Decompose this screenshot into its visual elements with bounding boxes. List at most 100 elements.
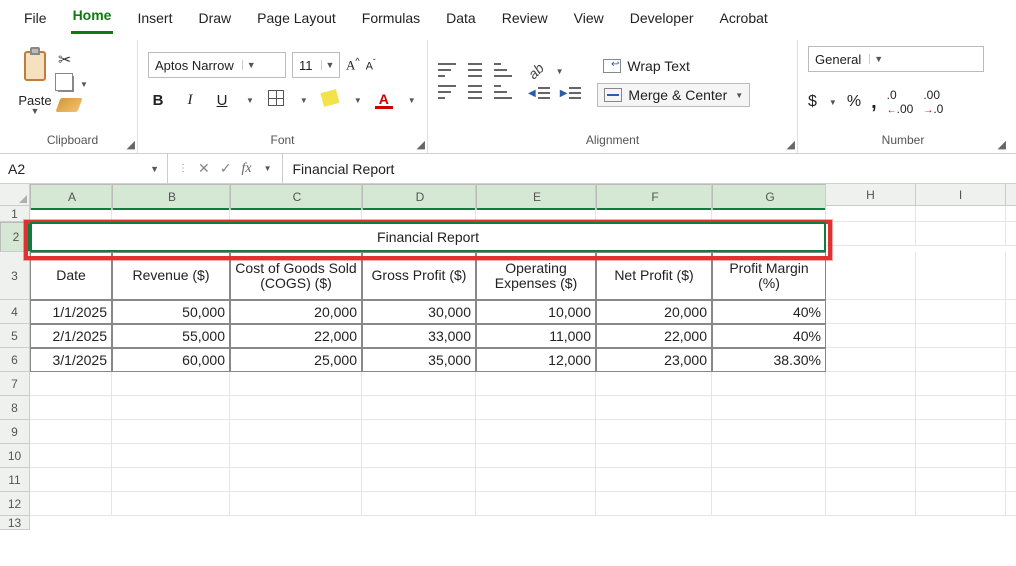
- row-header[interactable]: 8: [0, 396, 30, 420]
- column-header[interactable]: I: [916, 184, 1006, 206]
- row-header[interactable]: 1: [0, 206, 30, 222]
- paste-dropdown-icon[interactable]: ▼: [31, 106, 40, 116]
- table-cell[interactable]: 2/1/2025: [30, 324, 112, 348]
- cell[interactable]: [476, 420, 596, 444]
- copy-icon[interactable]: [58, 76, 74, 92]
- comma-format-button[interactable]: ,: [871, 97, 877, 107]
- enter-formula-icon[interactable]: ✓: [220, 160, 232, 177]
- table-cell[interactable]: 33,000: [362, 324, 476, 348]
- cell[interactable]: [112, 492, 230, 516]
- cell[interactable]: [916, 252, 1006, 300]
- row-header[interactable]: 6: [0, 348, 30, 372]
- table-cell[interactable]: 30,000: [362, 300, 476, 324]
- column-header[interactable]: J: [1006, 184, 1016, 206]
- cell[interactable]: [1006, 468, 1016, 492]
- row-header[interactable]: 12: [0, 492, 30, 516]
- cell[interactable]: [826, 300, 916, 324]
- cell[interactable]: [916, 324, 1006, 348]
- tab-formulas[interactable]: Formulas: [360, 6, 422, 34]
- fx-icon[interactable]: fx: [241, 161, 251, 177]
- column-header[interactable]: C: [230, 184, 362, 210]
- cell[interactable]: [476, 468, 596, 492]
- cell[interactable]: [362, 468, 476, 492]
- cell[interactable]: [712, 468, 826, 492]
- cell[interactable]: [362, 396, 476, 420]
- table-cell[interactable]: 35,000: [362, 348, 476, 372]
- cell[interactable]: [916, 300, 1006, 324]
- font-dialog-launcher-icon[interactable]: ◢: [417, 138, 425, 151]
- column-header[interactable]: E: [476, 184, 596, 210]
- column-header[interactable]: D: [362, 184, 476, 210]
- cell[interactable]: [476, 372, 596, 396]
- cell[interactable]: [712, 444, 826, 468]
- table-cell[interactable]: 20,000: [230, 300, 362, 324]
- cell[interactable]: [1006, 396, 1016, 420]
- fx-dropdown-icon[interactable]: ▼: [264, 164, 272, 173]
- font-size-select[interactable]: 11▼: [292, 52, 340, 78]
- name-box[interactable]: A2 ▼: [0, 154, 168, 183]
- cell[interactable]: [30, 420, 112, 444]
- cell[interactable]: [30, 396, 112, 420]
- row-header[interactable]: 10: [0, 444, 30, 468]
- cell[interactable]: [596, 396, 712, 420]
- table-cell[interactable]: 3/1/2025: [30, 348, 112, 372]
- underline-button[interactable]: U: [212, 92, 232, 109]
- merge-center-button[interactable]: Merge & Center ▼: [597, 83, 750, 107]
- cell[interactable]: [826, 222, 916, 246]
- clipboard-dialog-launcher-icon[interactable]: ◢: [127, 138, 135, 151]
- cell[interactable]: [596, 468, 712, 492]
- table-cell[interactable]: 23,000: [596, 348, 712, 372]
- align-top-button[interactable]: [438, 63, 456, 77]
- cell[interactable]: [362, 372, 476, 396]
- table-cell[interactable]: 55,000: [112, 324, 230, 348]
- tab-review[interactable]: Review: [500, 6, 550, 34]
- cell[interactable]: [476, 492, 596, 516]
- cell[interactable]: [30, 444, 112, 468]
- table-header-cell[interactable]: Date: [30, 252, 112, 300]
- table-header-cell[interactable]: Net Profit ($): [596, 252, 712, 300]
- tab-acrobat[interactable]: Acrobat: [718, 6, 770, 34]
- orientation-button[interactable]: ab: [525, 60, 547, 82]
- row-header[interactable]: 13: [0, 516, 30, 530]
- cell[interactable]: [1006, 324, 1016, 348]
- tab-developer[interactable]: Developer: [628, 6, 696, 34]
- cell[interactable]: [476, 396, 596, 420]
- table-cell[interactable]: 40%: [712, 300, 826, 324]
- cell[interactable]: [1006, 492, 1016, 516]
- cell[interactable]: [362, 420, 476, 444]
- number-dialog-launcher-icon[interactable]: ◢: [998, 138, 1006, 151]
- table-cell[interactable]: 50,000: [112, 300, 230, 324]
- cell[interactable]: [916, 492, 1006, 516]
- row-header[interactable]: 9: [0, 420, 30, 444]
- cell[interactable]: [916, 222, 1006, 246]
- table-header-cell[interactable]: Operating Expenses ($): [476, 252, 596, 300]
- paste-button[interactable]: Paste ▼: [18, 47, 52, 116]
- decrease-decimal-button[interactable]: .00→.0: [923, 88, 943, 116]
- row-header[interactable]: 3: [0, 252, 30, 300]
- row-header[interactable]: 7: [0, 372, 30, 396]
- cell[interactable]: [1006, 222, 1016, 246]
- align-bottom-button[interactable]: [494, 63, 512, 77]
- cell[interactable]: [30, 492, 112, 516]
- cell[interactable]: [826, 444, 916, 468]
- table-cell[interactable]: 20,000: [596, 300, 712, 324]
- cell[interactable]: [112, 420, 230, 444]
- row-header[interactable]: 11: [0, 468, 30, 492]
- cell[interactable]: [826, 252, 916, 300]
- tab-draw[interactable]: Draw: [196, 6, 233, 34]
- merged-title-cell[interactable]: Financial Report: [30, 222, 826, 252]
- tab-view[interactable]: View: [572, 6, 606, 34]
- increase-font-button[interactable]: A^: [346, 56, 360, 73]
- table-cell[interactable]: 22,000: [230, 324, 362, 348]
- cell[interactable]: [712, 420, 826, 444]
- cell[interactable]: [1006, 206, 1016, 222]
- cell[interactable]: [596, 492, 712, 516]
- tab-page-layout[interactable]: Page Layout: [255, 6, 338, 34]
- cell[interactable]: [596, 420, 712, 444]
- cell[interactable]: [712, 396, 826, 420]
- table-cell[interactable]: 38.30%: [712, 348, 826, 372]
- table-header-cell[interactable]: Cost of Goods Sold (COGS) ($): [230, 252, 362, 300]
- number-format-select[interactable]: General▼: [808, 46, 984, 72]
- cell[interactable]: [826, 324, 916, 348]
- font-color-button[interactable]: A: [374, 91, 394, 109]
